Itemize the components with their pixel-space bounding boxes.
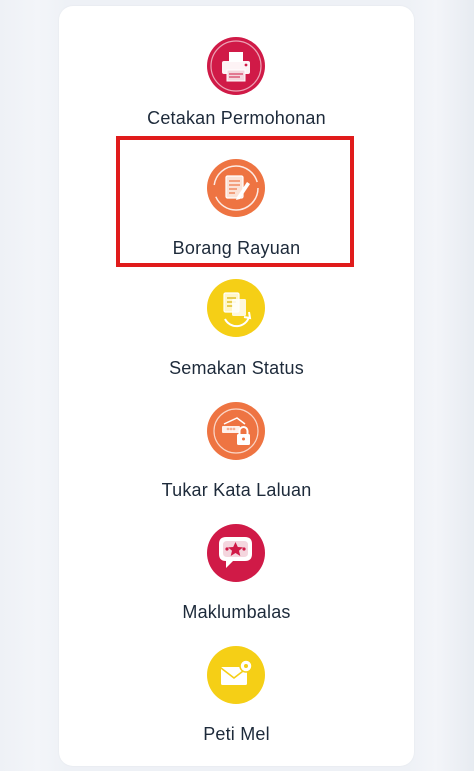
mail-icon bbox=[207, 646, 265, 704]
menu-item-label: Peti Mel bbox=[203, 724, 270, 744]
document-search-icon bbox=[207, 279, 265, 337]
menu-item-borang-rayuan[interactable]: Borang Rayuan bbox=[59, 152, 414, 272]
svg-text:***: *** bbox=[227, 427, 236, 434]
menu-card: Cetakan Permohonan Borang Rayuan Semakan… bbox=[59, 6, 414, 766]
menu-item-cetakan-permohonan[interactable]: Cetakan Permohonan bbox=[59, 6, 414, 128]
menu-item-label: Maklumbalas bbox=[182, 602, 291, 622]
menu-item-maklumbalas[interactable]: Maklumbalas bbox=[59, 520, 414, 640]
menu-item-label: Semakan Status bbox=[169, 358, 304, 378]
menu-item-label: Borang Rayuan bbox=[172, 238, 301, 258]
feedback-chat-icon bbox=[207, 524, 265, 582]
screen: Cetakan Permohonan Borang Rayuan Semakan… bbox=[0, 0, 474, 771]
menu-item-semakan-status[interactable]: Semakan Status bbox=[59, 276, 414, 396]
password-lock-icon: *** bbox=[207, 402, 265, 460]
menu-item-tukar-kata-laluan[interactable]: *** Tukar Kata Laluan bbox=[59, 398, 414, 518]
document-edit-icon bbox=[207, 159, 265, 217]
menu-item-label: Tukar Kata Laluan bbox=[161, 480, 312, 500]
printer-icon bbox=[207, 37, 265, 95]
menu-item-peti-mel[interactable]: Peti Mel bbox=[59, 642, 414, 762]
menu-item-label: Cetakan Permohonan bbox=[147, 108, 326, 128]
